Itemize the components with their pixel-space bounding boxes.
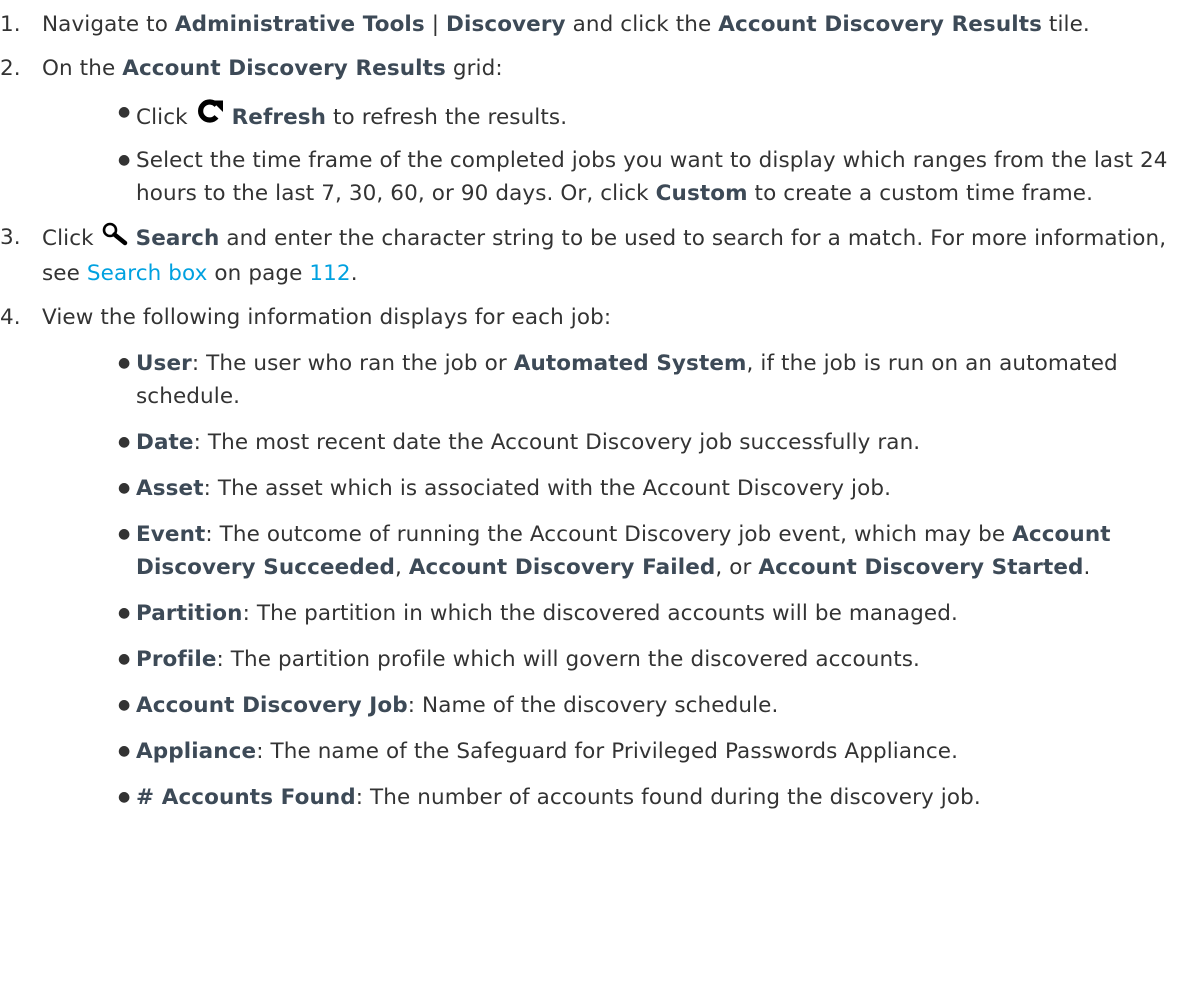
bold-term: Date [136,430,194,455]
bold-term: Search [135,226,220,251]
item-text: : The partition in which the discovered … [242,601,958,626]
step-number: 1. [0,12,21,37]
step-text: grid: [445,56,503,81]
step-text: and click the [565,12,719,37]
step-text: On the [42,56,123,81]
bold-term: Automated System [513,351,747,376]
list-item: ● Appliance: The name of the Safeguard f… [118,735,1180,768]
step-text: | [424,12,447,37]
item-text: to create a custom time frame. [747,181,1094,206]
item-text: , or [715,555,759,580]
item-text: : The most recent date the Account Disco… [193,430,921,455]
bold-term: User [136,351,192,376]
step-text: Navigate to [42,12,175,37]
sub-list: ● Click Refresh to refresh the results. … [42,96,1180,210]
list-item: ● User: The user who ran the job or Auto… [118,347,1180,413]
item-text: : The number of accounts found during th… [355,785,981,810]
bullet-icon: ● [118,104,131,120]
bold-term: Administrative Tools [174,12,425,37]
list-item: ● Date: The most recent date the Account… [118,426,1180,459]
search-box-link[interactable]: Search box [87,261,208,286]
step-text: Click [42,226,101,251]
list-item: ● Partition: The partition in which the … [118,597,1180,630]
list-item: ● Account Discovery Job: Name of the dis… [118,689,1180,722]
item-text: Click [136,105,195,130]
step-number: 2. [0,56,21,81]
list-item: ● Asset: The asset which is associated w… [118,472,1180,505]
step-text: . [350,261,358,286]
bold-term: Asset [136,476,204,501]
bullet-icon: ● [118,152,131,168]
step-2: 2. On the Account Discovery Results grid… [0,52,1180,210]
page-link[interactable]: 112 [309,261,350,286]
item-text: , [394,555,409,580]
bold-term: Account Discovery Started [758,555,1084,580]
item-text: : The outcome of running the Account Dis… [205,522,1013,547]
bold-term: Partition [136,601,243,626]
bullet-icon: ● [118,651,131,667]
list-item: ● Select the time frame of the completed… [118,144,1180,210]
bold-term: Account Discovery Job [136,693,408,718]
step-number: 3. [0,225,21,250]
item-text: : The name of the Safeguard for Privileg… [256,739,959,764]
search-icon [101,221,129,257]
step-1: 1. Navigate to Administrative Tools | Di… [0,8,1180,41]
bullet-icon: ● [118,480,131,496]
bullet-icon: ● [118,697,131,713]
bold-term: Account Discovery Results [718,12,1042,37]
bullet-icon: ● [118,434,131,450]
list-item: ● # Accounts Found: The number of accoun… [118,781,1180,814]
bold-term: # Accounts Found [136,785,356,810]
bullet-icon: ● [118,789,131,805]
item-text: : Name of the discovery schedule. [407,693,779,718]
procedure-steps: 1. Navigate to Administrative Tools | Di… [0,8,1180,814]
step-number: 4. [0,305,21,330]
step-text: View the following information displays … [42,305,612,330]
item-text: to refresh the results. [326,105,568,130]
list-item: ● Event: The outcome of running the Acco… [118,518,1180,584]
bold-term: Discovery [446,12,566,37]
item-text: : The asset which is associated with the… [203,476,892,501]
bold-term: Profile [136,647,217,672]
list-item: ● Profile: The partition profile which w… [118,643,1180,676]
bullet-icon: ● [118,605,131,621]
bold-term: Appliance [136,739,257,764]
bold-term: Custom [655,181,748,206]
bold-term: Refresh [231,105,327,130]
step-text: on page [207,261,310,286]
bullet-icon: ● [118,355,131,371]
document-page: 1. Navigate to Administrative Tools | Di… [0,0,1187,982]
step-3: 3. Click Search and enter the character … [0,221,1180,290]
bold-term: Account Discovery Results [122,56,446,81]
bold-term: Event [136,522,206,547]
bullet-icon: ● [118,526,131,542]
step-text: tile. [1041,12,1090,37]
item-text: : The user who ran the job or [191,351,514,376]
item-text: : The partition profile which will gover… [216,647,920,672]
list-item: ● Click Refresh to refresh the results. [118,96,1180,136]
item-text: . [1083,555,1091,580]
step-4: 4. View the following information displa… [0,301,1180,814]
bullet-icon: ● [118,743,131,759]
bold-term: Account Discovery Failed [408,555,716,580]
refresh-icon [195,96,225,136]
sub-list: ● User: The user who ran the job or Auto… [42,347,1180,814]
